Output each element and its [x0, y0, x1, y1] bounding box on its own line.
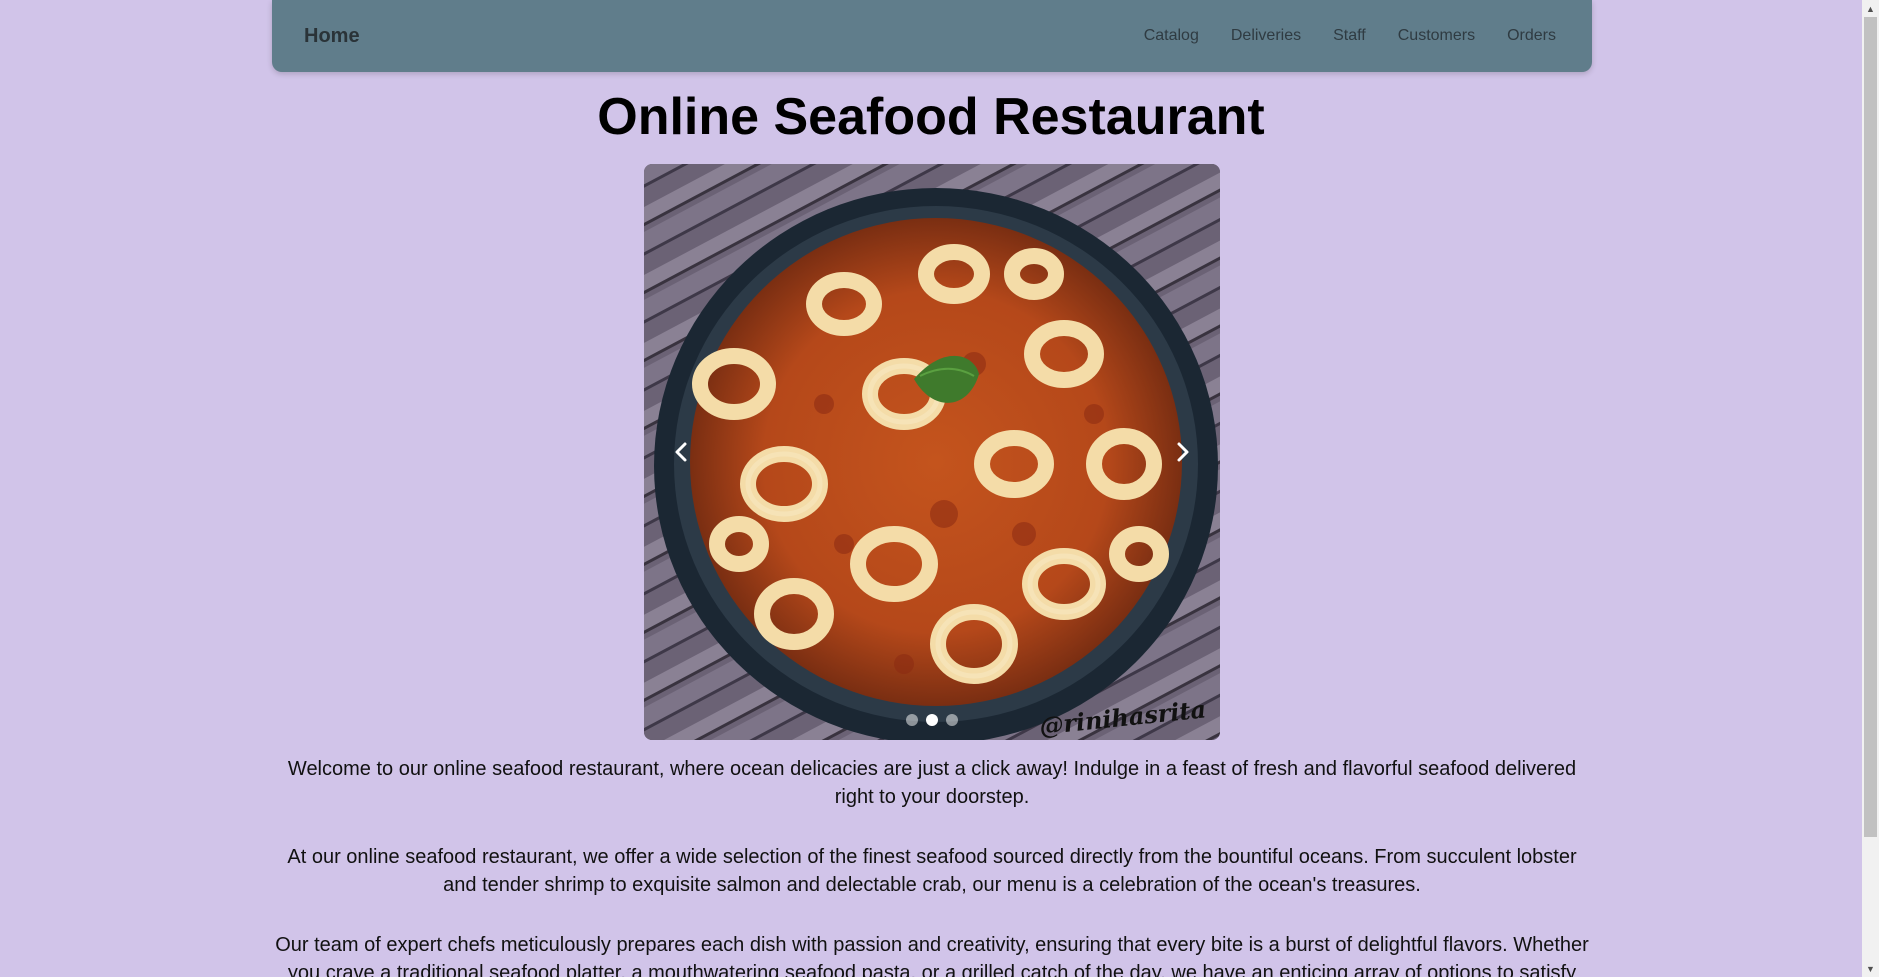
carousel-indicator-1[interactable] [906, 714, 918, 726]
image-carousel: @rinihasrita [644, 164, 1220, 740]
intro-content: Welcome to our online seafood restaurant… [272, 755, 1592, 977]
top-navbar: Home Catalog Deliveries Staff Customers … [272, 0, 1592, 72]
scrollbar-thumb[interactable] [1864, 17, 1877, 837]
carousel-indicator-2[interactable] [926, 714, 938, 726]
intro-paragraph-2: At our online seafood restaurant, we off… [287, 846, 1577, 896]
nav-links: Catalog Deliveries Staff Customers Order… [1144, 27, 1556, 45]
intro-paragraph-1: Welcome to our online seafood restaurant… [287, 758, 1577, 808]
scroll-down-icon[interactable]: ▼ [1862, 960, 1879, 977]
intro-paragraph-3: Our team of expert chefs meticulously pr… [275, 934, 1589, 977]
nav-link-catalog[interactable]: Catalog [1144, 27, 1199, 45]
nav-link-staff[interactable]: Staff [1333, 27, 1366, 45]
carousel-indicator-3[interactable] [946, 714, 958, 726]
nav-link-customers[interactable]: Customers [1398, 27, 1475, 45]
vertical-scrollbar[interactable]: ▲ ▼ [1862, 0, 1879, 977]
carousel-prev-button[interactable] [662, 432, 702, 472]
chevron-right-icon [1177, 442, 1189, 462]
nav-link-deliveries[interactable]: Deliveries [1231, 27, 1301, 45]
carousel-slide-image [644, 164, 1220, 740]
nav-link-orders[interactable]: Orders [1507, 27, 1556, 45]
page-title: Online Seafood Restaurant [597, 88, 1265, 146]
chevron-left-icon [675, 442, 687, 462]
scroll-up-icon[interactable]: ▲ [1862, 0, 1879, 17]
carousel-next-button[interactable] [1162, 432, 1202, 472]
page: Home Catalog Deliveries Staff Customers … [0, 0, 1862, 977]
nav-home-link[interactable]: Home [304, 25, 360, 48]
